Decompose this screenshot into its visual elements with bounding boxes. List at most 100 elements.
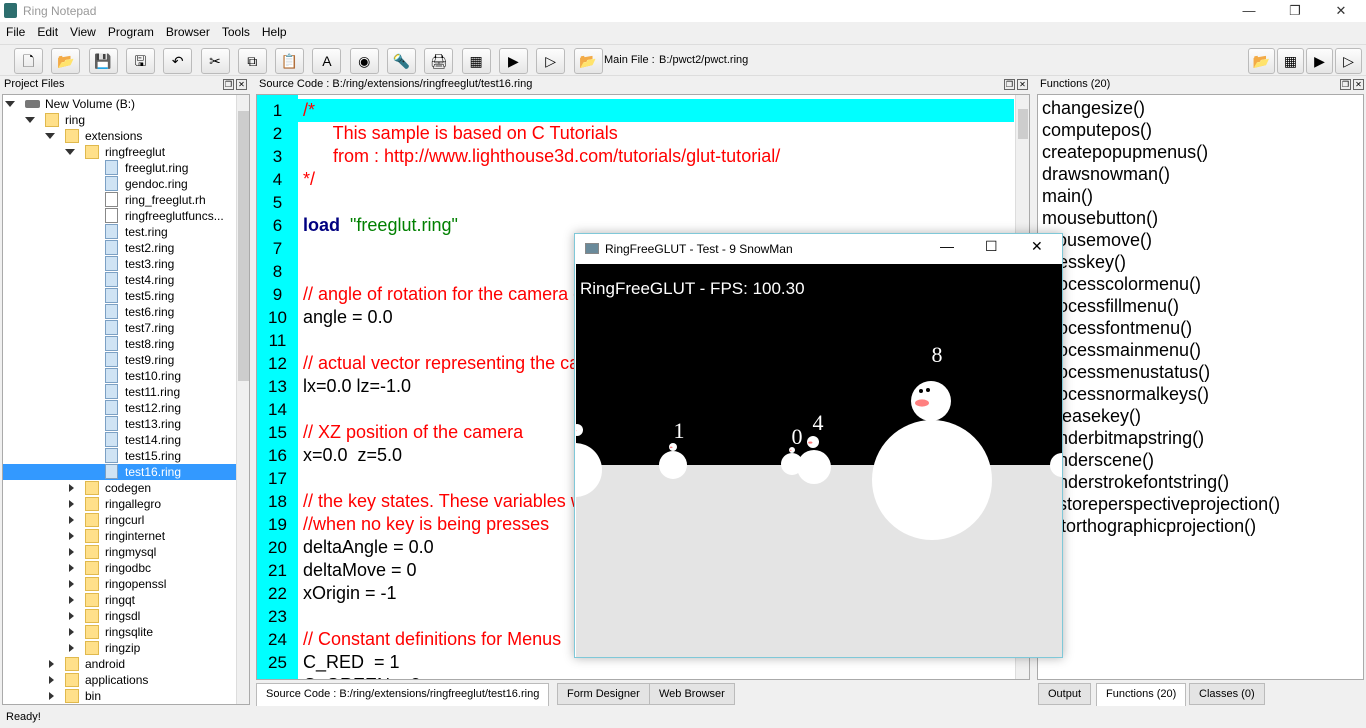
- tree-item[interactable]: ringfreeglutfuncs...: [3, 208, 237, 224]
- copy-button[interactable]: ⧉: [237, 48, 267, 74]
- function-item[interactable]: renderstrokefontstring(): [1042, 471, 1229, 493]
- collapse-arrow-icon[interactable]: [69, 516, 74, 524]
- undo-button[interactable]: ↶: [163, 48, 193, 74]
- glut-minimize-button[interactable]: —: [940, 238, 954, 254]
- collapse-arrow-icon[interactable]: [69, 628, 74, 636]
- function-item[interactable]: processfontmenu(): [1042, 317, 1192, 339]
- run-button[interactable]: ▶: [498, 48, 528, 74]
- tree-item[interactable]: test9.ring: [3, 352, 237, 368]
- tree-item[interactable]: test16.ring: [3, 464, 237, 480]
- save-as-button[interactable]: 🖫: [125, 48, 155, 74]
- tree-item[interactable]: ringmysql: [3, 544, 237, 560]
- cut-button[interactable]: ✂: [200, 48, 230, 74]
- tree-item[interactable]: extensions: [3, 128, 237, 144]
- menu-edit[interactable]: Edit: [31, 22, 64, 39]
- tree-item[interactable]: ringcurl: [3, 512, 237, 528]
- run-no-console-button[interactable]: ▷: [536, 48, 566, 74]
- expand-arrow-icon[interactable]: [65, 149, 75, 155]
- tree-item[interactable]: codegen: [3, 480, 237, 496]
- tree-item[interactable]: test12.ring: [3, 400, 237, 416]
- menu-file[interactable]: File: [0, 22, 31, 39]
- color-button[interactable]: ◉: [349, 48, 379, 74]
- collapse-arrow-icon[interactable]: [69, 612, 74, 620]
- collapse-arrow-icon[interactable]: [69, 596, 74, 604]
- scroll-thumb[interactable]: [238, 111, 249, 381]
- function-item[interactable]: drawsnowman(): [1042, 163, 1170, 185]
- find-button[interactable]: 🔦: [387, 48, 416, 74]
- tab-source[interactable]: Source Code : B:/ring/extensions/ringfre…: [256, 683, 550, 706]
- function-item[interactable]: processmainmenu(): [1042, 339, 1201, 361]
- collapse-arrow-icon[interactable]: [49, 676, 54, 684]
- glut-close-button[interactable]: ✕: [1031, 238, 1043, 255]
- tree-item[interactable]: ringfreeglut: [3, 144, 237, 160]
- tree-item[interactable]: android: [3, 656, 237, 672]
- run-button[interactable]: ▶: [1306, 48, 1333, 74]
- tree-item[interactable]: ringsdl: [3, 608, 237, 624]
- collapse-arrow-icon[interactable]: [69, 484, 74, 492]
- tree-item[interactable]: gendoc.ring: [3, 176, 237, 192]
- function-item[interactable]: processnormalkeys(): [1042, 383, 1209, 405]
- tree-item[interactable]: ring: [3, 112, 237, 128]
- minimize-button[interactable]: —: [1226, 0, 1272, 22]
- collapse-arrow-icon[interactable]: [49, 692, 54, 700]
- tree-item[interactable]: ringqt: [3, 592, 237, 608]
- collapse-arrow-icon[interactable]: [69, 532, 74, 540]
- close-panel-button[interactable]: ✕: [236, 79, 247, 90]
- function-item[interactable]: processcolormenu(): [1042, 273, 1201, 295]
- float-panel-button[interactable]: ❐: [223, 79, 234, 90]
- save-button[interactable]: 💾: [88, 48, 118, 74]
- tree-item[interactable]: New Volume (B:): [3, 96, 237, 112]
- function-item[interactable]: computepos(): [1042, 119, 1152, 141]
- paste-button[interactable]: 📋: [275, 48, 305, 74]
- glut-render-area[interactable]: 1 04 8 RingFreeGLUT - FPS: 100.30: [576, 264, 1062, 657]
- tree-item[interactable]: ringsqlite: [3, 624, 237, 640]
- tree-item[interactable]: applications: [3, 672, 237, 688]
- collapse-arrow-icon[interactable]: [69, 580, 74, 588]
- tree-item[interactable]: test5.ring: [3, 288, 237, 304]
- tree-item[interactable]: test10.ring: [3, 368, 237, 384]
- debug-button[interactable]: ▦: [461, 48, 491, 74]
- tree-item[interactable]: test14.ring: [3, 432, 237, 448]
- tab-web[interactable]: Web Browser: [649, 683, 735, 705]
- maximize-button[interactable]: ❐: [1272, 0, 1318, 22]
- expand-arrow-icon[interactable]: [25, 117, 35, 123]
- open-project-button[interactable]: 📂: [573, 48, 603, 74]
- tree-item[interactable]: test11.ring: [3, 384, 237, 400]
- debug-button[interactable]: ▦: [1277, 48, 1304, 74]
- tree-item[interactable]: test4.ring: [3, 272, 237, 288]
- close-panel-button[interactable]: ✕: [1353, 79, 1364, 90]
- new-file-button[interactable]: 🗋: [14, 48, 43, 74]
- float-panel-button[interactable]: ❐: [1340, 79, 1351, 90]
- open-button[interactable]: 📂: [51, 48, 81, 74]
- expand-arrow-icon[interactable]: [45, 133, 55, 139]
- collapse-arrow-icon[interactable]: [69, 548, 74, 556]
- tree-scrollbar[interactable]: [236, 95, 249, 704]
- close-panel-button[interactable]: ✕: [1017, 79, 1028, 90]
- glut-window[interactable]: RingFreeGLUT - Test - 9 SnowMan — ☐ ✕ 1 0…: [574, 233, 1063, 658]
- collapse-arrow-icon[interactable]: [69, 644, 74, 652]
- menu-view[interactable]: View: [64, 22, 102, 39]
- tab-output[interactable]: Output: [1038, 683, 1092, 705]
- collapse-arrow-icon[interactable]: [69, 564, 74, 572]
- menu-browser[interactable]: Browser: [160, 22, 216, 39]
- tree-item[interactable]: test3.ring: [3, 256, 237, 272]
- tree-item[interactable]: test2.ring: [3, 240, 237, 256]
- tab-functions[interactable]: Functions (20): [1096, 683, 1187, 706]
- tree-item[interactable]: test.ring: [3, 224, 237, 240]
- function-item[interactable]: restoreperspectiveprojection(): [1042, 493, 1280, 515]
- tree-item[interactable]: ringallegro: [3, 496, 237, 512]
- tree-item[interactable]: test8.ring: [3, 336, 237, 352]
- float-panel-button[interactable]: ❐: [1004, 79, 1015, 90]
- menu-help[interactable]: Help: [256, 22, 293, 39]
- collapse-arrow-icon[interactable]: [69, 500, 74, 508]
- function-item[interactable]: mousebutton(): [1042, 207, 1158, 229]
- tree-item[interactable]: test6.ring: [3, 304, 237, 320]
- tree-item[interactable]: test7.ring: [3, 320, 237, 336]
- tab-classes[interactable]: Classes (0): [1189, 683, 1265, 705]
- expand-arrow-icon[interactable]: [5, 101, 15, 107]
- print-button[interactable]: 🖨: [424, 48, 454, 74]
- close-button[interactable]: ✕: [1318, 0, 1364, 22]
- collapse-arrow-icon[interactable]: [49, 660, 54, 668]
- glut-maximize-button[interactable]: ☐: [985, 238, 998, 255]
- tree-item[interactable]: test15.ring: [3, 448, 237, 464]
